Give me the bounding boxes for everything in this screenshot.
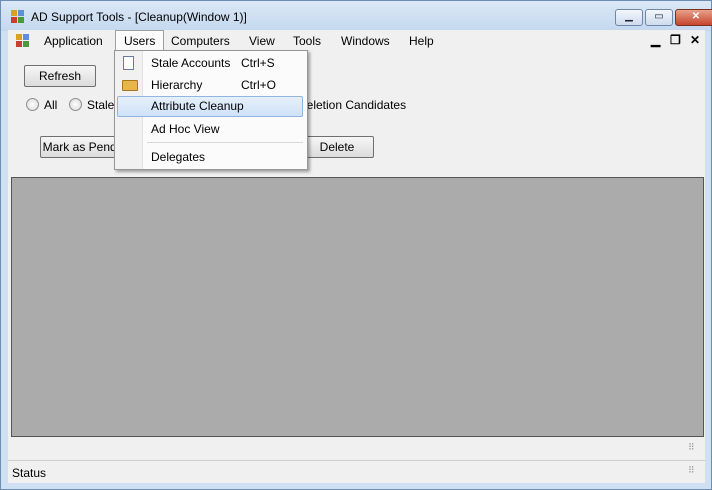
menu-tools[interactable]: Tools (285, 31, 329, 51)
refresh-button[interactable]: Refresh (24, 65, 96, 87)
mdi-child-icon[interactable] (16, 34, 30, 48)
menu-help[interactable]: Help (401, 31, 442, 51)
menu-item-stale-accounts[interactable]: Stale Accounts Ctrl+S (117, 53, 303, 73)
resize-grip-icon[interactable]: ⠿ (688, 443, 700, 456)
folder-open-icon (122, 80, 138, 91)
menu-item-delegates[interactable]: Delegates (117, 147, 303, 167)
results-grid[interactable] (11, 177, 704, 437)
menu-item-ad-hoc-view[interactable]: Ad Hoc View (117, 119, 303, 139)
mark-as-pending-button[interactable]: Mark as Pendi (40, 136, 122, 158)
menu-item-shortcut: Ctrl+O (241, 78, 277, 92)
mdi-close-button[interactable]: ✕ (690, 33, 700, 47)
radio-stale-label: Stale (87, 98, 115, 112)
users-dropdown-menu: Stale Accounts Ctrl+S Hierarchy Ctrl+O A… (114, 50, 308, 170)
menu-item-label: Attribute Cleanup (151, 99, 244, 113)
menu-item-label: Stale Accounts (151, 56, 231, 70)
app-icon (11, 10, 25, 24)
menu-view[interactable]: View (241, 31, 283, 51)
menu-bar: Application Users Computers View Tools W… (8, 30, 705, 53)
maximize-button[interactable]: ▭ (645, 9, 673, 26)
menu-item-attribute-cleanup[interactable]: Attribute Cleanup (117, 96, 303, 117)
radio-all-label: All (44, 98, 58, 112)
mdi-minimize-button[interactable]: ▁ (651, 33, 660, 47)
menu-application[interactable]: Application (36, 31, 111, 51)
window-title: AD Support Tools - [Cleanup(Window 1)] (31, 10, 247, 24)
menu-item-shortcut: Ctrl+S (241, 56, 275, 70)
radio-all[interactable] (26, 98, 39, 111)
menu-item-label: Hierarchy (151, 78, 203, 92)
minimize-button[interactable]: ▁ (615, 9, 643, 26)
radio-deletion-label: Deletion Candidates (298, 98, 407, 112)
radio-stale[interactable] (69, 98, 82, 111)
status-grip-icon[interactable]: ⠿ (688, 466, 700, 479)
app-window: AD Support Tools - [Cleanup(Window 1)] ▁… (0, 0, 712, 490)
delete-button[interactable]: Delete (300, 136, 374, 158)
menu-windows[interactable]: Windows (333, 31, 398, 51)
mdi-restore-button[interactable]: ❐ (670, 33, 681, 47)
menu-computers[interactable]: Computers (163, 31, 238, 51)
menu-item-hierarchy[interactable]: Hierarchy Ctrl+O (117, 75, 303, 95)
menu-separator (147, 142, 303, 143)
document-icon (123, 56, 134, 70)
status-bar: Status ⠿ (8, 460, 705, 483)
title-bar[interactable]: AD Support Tools - [Cleanup(Window 1)] ▁… (1, 1, 712, 31)
status-text: Status (12, 466, 47, 480)
close-button[interactable]: ✕ (675, 9, 712, 26)
menu-item-label: Ad Hoc View (151, 122, 220, 136)
cleanup-window-client: Refresh All Stale Deletion Candidates Ma… (8, 52, 705, 460)
menu-item-label: Delegates (151, 150, 206, 164)
